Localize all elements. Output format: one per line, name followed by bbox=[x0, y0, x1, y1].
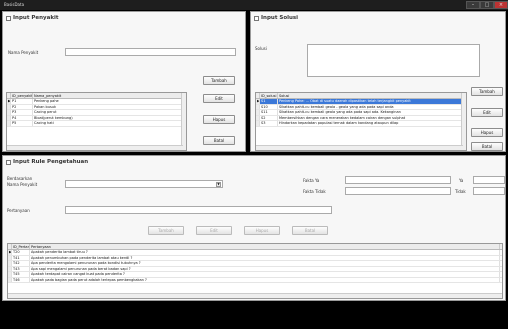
column-header[interactable]: Pertanyaan bbox=[30, 244, 500, 249]
input-solusi-panel: Input Solusi Solusi Tambah Edit Hapus Ba… bbox=[250, 11, 506, 152]
vertical-scrollbar[interactable] bbox=[461, 93, 466, 150]
hapus-button[interactable]: Hapus bbox=[244, 226, 280, 235]
column-header[interactable]: ID_penyakit bbox=[11, 93, 33, 98]
batal-button[interactable]: Batal bbox=[471, 142, 503, 151]
horizontal-scrollbar[interactable] bbox=[8, 293, 502, 298]
batal-button[interactable]: Batal bbox=[292, 226, 328, 235]
pertanyaan-input[interactable] bbox=[65, 206, 332, 214]
window-title: BasisData bbox=[4, 2, 25, 7]
solusi-table[interactable]: ID_solusi Solusi ▶ S1 Penkeng Pahe: ... Ob… bbox=[255, 92, 467, 151]
column-header[interactable]: ID_solusi bbox=[260, 93, 278, 98]
table-row[interactable]: T46 Apakah pada bagian pada perut adalah … bbox=[8, 277, 502, 283]
column-header[interactable]: Nama_penyakit bbox=[33, 93, 183, 98]
panel-title: Input Rule Pengetahuan bbox=[13, 159, 89, 165]
title-bar: BasisData bbox=[0, 0, 508, 10]
hapus-button[interactable]: Hapus bbox=[203, 115, 235, 124]
hapus-button[interactable]: Hapus bbox=[471, 128, 503, 137]
tambah-button[interactable]: Tambah bbox=[148, 226, 184, 235]
vertical-scrollbar[interactable] bbox=[181, 93, 186, 150]
nama-penyakit-label: Nama Penyakit bbox=[8, 50, 39, 55]
column-header[interactable]: ID_Pertanyaan bbox=[12, 244, 30, 249]
chevron-down-icon[interactable]: ▼ bbox=[216, 182, 221, 187]
ya-input[interactable] bbox=[473, 176, 505, 184]
table-row[interactable]: S3 Hindarkan kepadatan populasi ternak da… bbox=[256, 121, 466, 127]
horizontal-scrollbar[interactable] bbox=[256, 145, 463, 150]
panel-checkbox bbox=[254, 16, 259, 21]
nama-penyakit-select[interactable]: ▼ bbox=[65, 180, 223, 188]
nama-penyakit-input[interactable] bbox=[65, 48, 236, 56]
tambah-button[interactable]: Tambah bbox=[471, 87, 503, 96]
panel-checkbox bbox=[6, 160, 11, 165]
ya-label: Ya bbox=[459, 178, 464, 183]
batal-button[interactable]: Batal bbox=[203, 136, 235, 145]
input-penyakit-panel: Input Penyakit Nama Penyakit Tambah Edit… bbox=[2, 11, 246, 152]
pertanyaan-table[interactable]: ID_Pertanyaan Pertanyaan ▶T20Apakah pend… bbox=[7, 243, 503, 299]
close-button[interactable]: × bbox=[494, 1, 508, 9]
berdasarkan-label: Berdasarkan bbox=[7, 176, 33, 181]
fakta-tidak-input[interactable] bbox=[345, 187, 451, 195]
solusi-textarea[interactable] bbox=[307, 44, 480, 77]
minimize-button[interactable]: – bbox=[466, 1, 480, 9]
tidak-input[interactable] bbox=[473, 187, 505, 195]
edit-button[interactable]: Edit bbox=[203, 94, 235, 103]
tidak-label: Tidak bbox=[455, 189, 466, 194]
maximize-button[interactable]: □ bbox=[480, 1, 494, 9]
edit-button[interactable]: Edit bbox=[471, 108, 503, 117]
tambah-button[interactable]: Tambah bbox=[203, 76, 235, 85]
input-rule-panel: Input Rule Pengetahuan Berdasarkan Nama … bbox=[2, 155, 506, 301]
nama-penyakit-label: Nama Penyakit bbox=[7, 182, 38, 187]
table-row[interactable]: P5 Cacing hati bbox=[7, 121, 186, 127]
edit-button[interactable]: Edit bbox=[196, 226, 232, 235]
solusi-label: Solusi bbox=[255, 46, 267, 51]
app-window: BasisData – □ × Input Penyakit Nama Peny… bbox=[0, 0, 508, 329]
fakta-tidak-label: Fakta Tidak bbox=[303, 189, 326, 194]
close-icon: × bbox=[498, 2, 504, 8]
panel-title: Input Solusi bbox=[261, 15, 299, 21]
horizontal-scrollbar[interactable] bbox=[7, 145, 183, 150]
pertanyaan-label: Pertanyaan bbox=[7, 208, 30, 213]
column-header[interactable]: Solusi bbox=[278, 93, 463, 98]
panel-checkbox bbox=[6, 16, 11, 21]
panel-title: Input Penyakit bbox=[13, 15, 59, 21]
fakta-ya-input[interactable] bbox=[345, 176, 451, 184]
fakta-ya-label: Fakta Ya bbox=[303, 178, 320, 183]
penyakit-table[interactable]: ID_penyakit Nama_penyakit ▶ P1 Penkeng pah… bbox=[6, 92, 187, 151]
